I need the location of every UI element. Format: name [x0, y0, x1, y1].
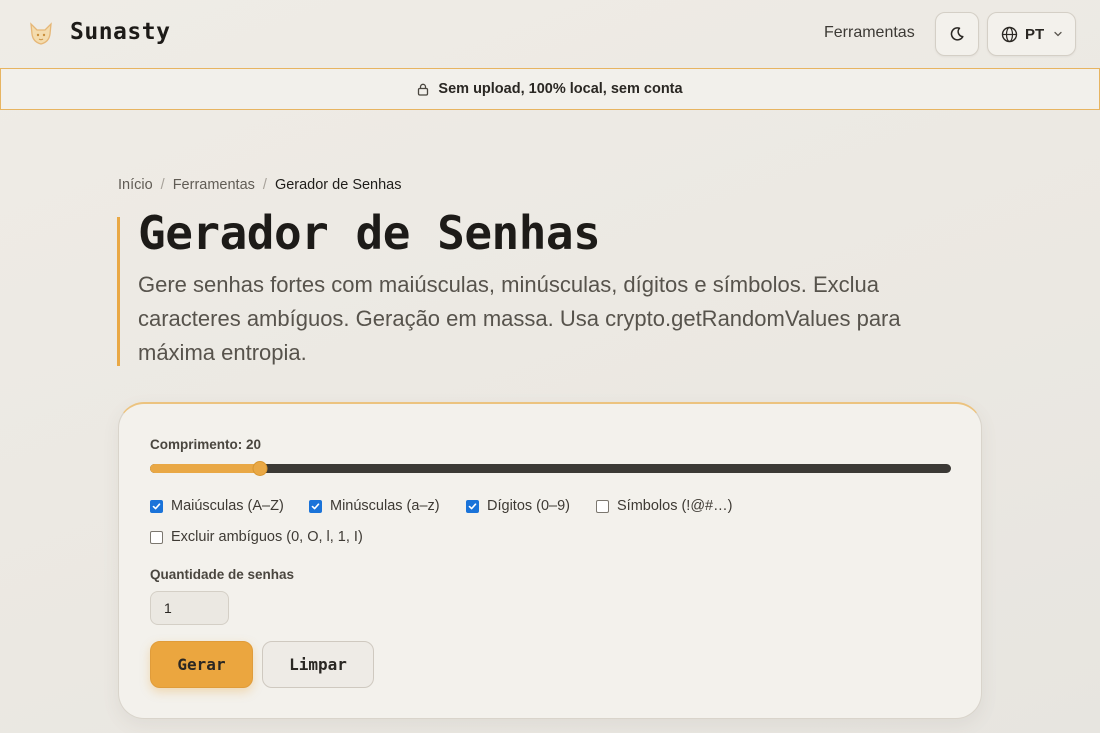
length-slider-fill [150, 464, 260, 473]
option-digits-label: Dígitos (0–9) [487, 498, 571, 514]
language-code: PT [1025, 25, 1045, 43]
checkbox-digits[interactable] [466, 499, 479, 513]
length-label: Comprimento: 20 [150, 437, 262, 452]
top-header: Sunasty Ferramentas PT [0, 0, 1100, 68]
option-digits[interactable]: Dígitos (0–9) [466, 498, 570, 514]
hero-accent-bar [117, 217, 120, 366]
fox-logo-icon[interactable] [26, 20, 56, 48]
generate-button[interactable]: Gerar [150, 641, 253, 688]
brand-name[interactable]: Sunasty [70, 19, 170, 45]
breadcrumb-separator: / [262, 177, 267, 193]
moon-icon [950, 27, 964, 41]
option-uppercase-label: Maiúsculas (A–Z) [171, 498, 284, 514]
breadcrumb-current: Gerador de Senhas [274, 177, 402, 193]
option-lowercase-label: Minúsculas (a–z) [330, 498, 440, 514]
quantity-input[interactable] [150, 591, 229, 625]
language-select[interactable]: PT [987, 12, 1076, 56]
breadcrumb-tools[interactable]: Ferramentas [173, 177, 255, 193]
checkbox-exclude-ambiguous[interactable] [150, 530, 163, 544]
option-exclude-ambiguous[interactable]: Excluir ambíguos (0, O, l, 1, I) [150, 529, 363, 545]
theme-toggle-button[interactable] [935, 12, 979, 56]
clear-button[interactable]: Limpar [262, 641, 374, 688]
breadcrumb-home[interactable]: Início [118, 177, 153, 193]
quantity-label: Quantidade de senhas [150, 567, 295, 582]
nav-link-tools[interactable]: Ferramentas [824, 24, 915, 42]
page-description: Gere senhas fortes com maiúsculas, minús… [138, 272, 901, 365]
lock-icon [418, 83, 429, 96]
option-lowercase[interactable]: Minúsculas (a–z) [309, 498, 440, 514]
privacy-banner: Sem upload, 100% local, sem conta [0, 68, 1100, 110]
option-symbols[interactable]: Símbolos (!@#…) [596, 498, 732, 514]
banner-text: Sem upload, 100% local, sem conta [438, 81, 683, 97]
checkbox-symbols[interactable] [596, 499, 609, 513]
checkbox-uppercase[interactable] [150, 499, 163, 513]
option-symbols-label: Símbolos (!@#…) [617, 498, 733, 514]
generator-card: Comprimento: 20 Maiúsculas (A–Z) Minúscu… [118, 402, 982, 719]
length-slider[interactable] [150, 461, 951, 476]
checkbox-lowercase[interactable] [309, 499, 322, 513]
chevron-down-icon [1054, 31, 1062, 37]
option-exclude-ambiguous-label: Excluir ambíguos (0, O, l, 1, I) [171, 529, 363, 545]
breadcrumb-separator: / [160, 177, 165, 193]
option-uppercase[interactable]: Maiúsculas (A–Z) [150, 498, 284, 514]
breadcrumb: Início / Ferramentas / Gerador de Senhas [118, 177, 402, 193]
length-slider-thumb[interactable] [252, 461, 268, 476]
globe-icon [1001, 26, 1018, 42]
page-title: Gerador de Senhas [138, 206, 601, 260]
